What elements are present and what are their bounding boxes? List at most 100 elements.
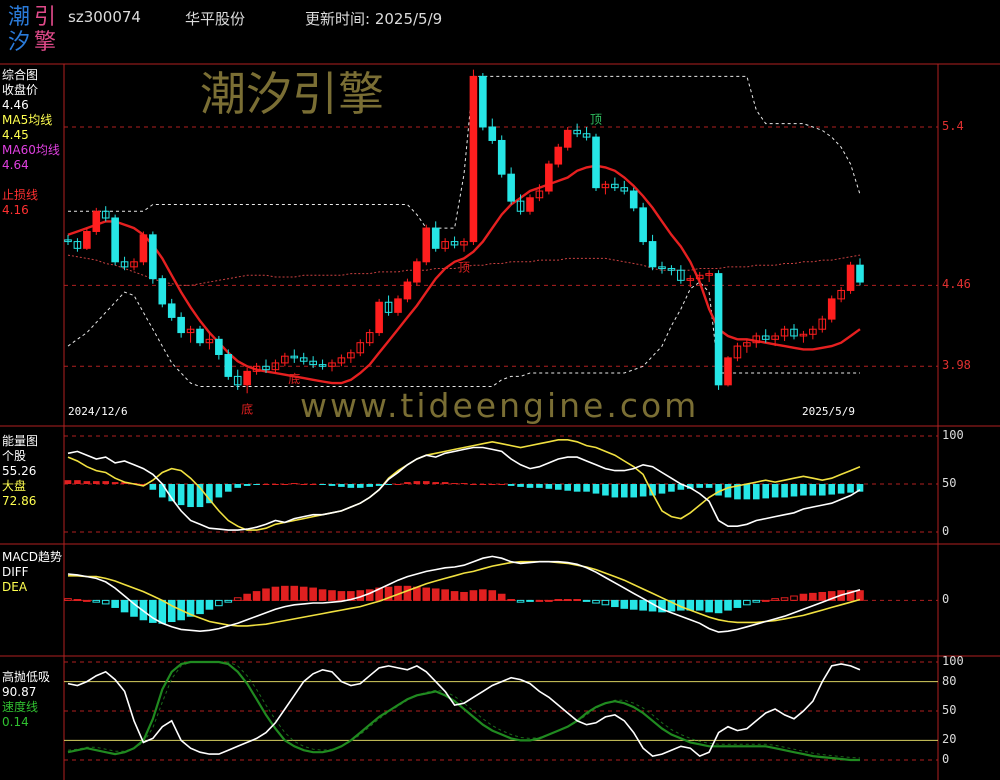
macd-bar [479, 589, 487, 601]
macd-bar [431, 588, 440, 601]
energy-bar [828, 484, 836, 495]
osc-tick-4: 0 [942, 752, 950, 766]
energy-bar [554, 484, 562, 490]
lbl-main-line-2: 4.46 [2, 98, 29, 112]
energy-bar [526, 484, 534, 488]
energy-bar [338, 484, 345, 487]
energy-bar [545, 484, 553, 489]
energy-bar [187, 484, 194, 508]
lbl-energy-line-3: 大盘 [2, 479, 27, 493]
macd-bar [92, 599, 101, 603]
energy-bar [432, 482, 440, 484]
band-lower-line [67, 281, 860, 387]
candle-body [629, 190, 638, 209]
candle-body [497, 139, 506, 175]
energy-bar [413, 481, 421, 484]
stock-code: sz300074 [68, 8, 141, 26]
band-upper-line [68, 75, 861, 229]
macd-bar [497, 593, 506, 601]
energy-bar [668, 484, 675, 492]
candle-body [554, 146, 563, 165]
energy-bar [602, 484, 609, 496]
lbl-osc-line-2: 速度线 [2, 700, 39, 714]
stock-energy-line [67, 446, 861, 531]
energy-bar [253, 484, 260, 485]
macd-bar [299, 586, 308, 601]
energy-bar [243, 484, 251, 486]
energy-bar [281, 484, 289, 485]
candle-body [846, 264, 855, 291]
energy-bar [83, 481, 91, 484]
energy-panel-labels: 能量图 个股 55.26 大盘 72.86 [2, 434, 38, 509]
candle-body [827, 298, 836, 320]
energy-bar [215, 484, 223, 498]
candle-body [177, 316, 185, 334]
macd-bar [743, 599, 751, 606]
osc-tick-1: 80 [942, 673, 957, 688]
macd-bar [818, 591, 827, 601]
candle-body [413, 261, 421, 283]
macd-bar [422, 587, 431, 601]
macd-bar [111, 599, 119, 608]
macd-bar [120, 599, 129, 613]
energy-bar [696, 484, 704, 488]
candle-body [149, 234, 157, 280]
candle-body [243, 370, 251, 386]
candle-body [224, 353, 233, 377]
energy-bar [422, 481, 430, 484]
candle-body [111, 217, 119, 263]
candle-body [375, 301, 383, 334]
macd-bar [639, 599, 647, 611]
energy-bar [385, 484, 392, 485]
energy-bar [809, 484, 817, 496]
macd-bar [318, 589, 327, 601]
lbl-main-line-5: MA60均线 [2, 143, 60, 157]
energy-bar [705, 484, 713, 488]
macd-bar [309, 587, 317, 601]
energy-bar [234, 484, 242, 488]
macd-bar [545, 599, 553, 602]
logo-char-2: 引 [34, 5, 57, 30]
lbl-energy-line-0: 能量图 [2, 434, 39, 448]
candle-body [563, 129, 572, 148]
candle-body [431, 227, 440, 249]
lbl-macd-line-2: DEA [2, 580, 28, 594]
macd-bar [252, 591, 261, 601]
macd-bar [761, 599, 770, 602]
energy-bar [177, 484, 185, 506]
macd-bar [592, 599, 600, 604]
energy-bar [102, 481, 110, 484]
lbl-macd-line-1: DIFF [2, 565, 29, 579]
macd-bar [328, 590, 336, 601]
macd-bar [450, 591, 459, 601]
macd-panel-labels: MACD趋势 DIFF DEA [2, 550, 62, 595]
signal-annotation-0: 顶 [590, 113, 602, 127]
logo-char-3: 汐 [8, 30, 31, 55]
macd-bar [752, 599, 761, 603]
macd-bar [233, 597, 242, 601]
energy-bar [347, 484, 355, 488]
macd-bar [526, 599, 534, 602]
energy-bar [592, 484, 600, 494]
energy-bar [404, 482, 411, 484]
energy-bar [762, 484, 770, 499]
logo: 潮 引 汐 擎 [6, 4, 60, 56]
energy-bar [441, 482, 449, 484]
macd-bar [337, 591, 346, 601]
macd-bar [629, 599, 638, 610]
macd-bar [695, 599, 704, 611]
energy-bar [498, 484, 506, 485]
macd-bar [196, 599, 204, 615]
lbl-osc-line-3: 0.14 [2, 715, 29, 729]
macd-bar [271, 586, 280, 601]
main-panel: 顶底底顶 [64, 69, 864, 416]
energy-bar [158, 484, 166, 498]
energy-bar [837, 484, 845, 494]
energy-bar [394, 484, 402, 485]
macd-bar [582, 599, 591, 602]
energy-bar [583, 484, 590, 492]
osc-tick-0: 100 [942, 654, 964, 668]
energy-bar [149, 484, 157, 490]
update-time: 更新时间: 2025/5/9 [305, 10, 443, 28]
macd-bar [403, 585, 412, 601]
